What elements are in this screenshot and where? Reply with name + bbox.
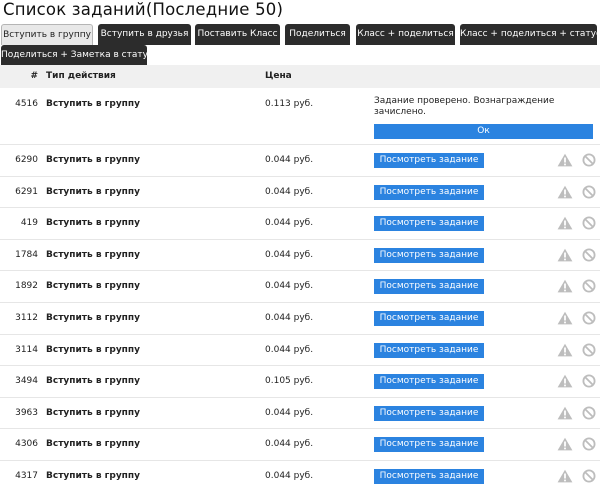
task-type: Вступить в группу — [46, 313, 140, 323]
task-type: Вступить в группу — [46, 344, 140, 355]
task-type: Вступить в группу — [46, 281, 140, 292]
task-id: 4306 — [15, 439, 38, 450]
block-icon[interactable] — [582, 153, 596, 167]
table-row: 419 Вступить в группу 0.044 руб. Посмотреть… — [0, 207, 600, 239]
view-task-button[interactable]: Посмотреть задание — [374, 153, 484, 168]
task-id: 1784 — [15, 249, 38, 260]
task-type: Вступить в группу — [46, 439, 140, 450]
block-icon[interactable] — [582, 343, 596, 357]
view-task-button[interactable]: Посмотреть задание — [374, 342, 484, 358]
task-id: 3114 — [15, 344, 38, 355]
tab-add-friends[interactable]: Вступить в друзья — [98, 24, 191, 45]
task-id: 4317 — [15, 471, 38, 481]
table-row: 3494 Вступить в группу 0.105 руб. Посмотрет… — [0, 365, 600, 397]
table-row: 1784 Вступить в группу 0.044 руб. Посмотрет… — [0, 238, 600, 271]
view-task-button[interactable]: Посмотреть задание — [374, 437, 484, 453]
block-icon[interactable] — [582, 185, 596, 199]
task-type: Вступить в группу — [46, 218, 140, 229]
block-icon[interactable] — [582, 469, 596, 483]
task-price: 0.044 руб. — [265, 281, 314, 292]
table-row: 6290 Вступить в группу 0.044 руб. Посмотрет… — [0, 144, 600, 176]
warning-icon[interactable] — [557, 153, 573, 167]
warning-icon[interactable] — [557, 437, 573, 451]
warning-icon[interactable] — [557, 279, 573, 293]
view-task-button[interactable]: Посмотреть задание — [374, 279, 484, 295]
view-task-button[interactable]: Посмотреть задание — [374, 247, 484, 263]
task-id: 1892 — [15, 281, 38, 292]
column-header-price: Цена — [265, 71, 292, 81]
task-type: Вступить в группу — [46, 471, 140, 481]
task-price: 0.044 руб. — [265, 407, 314, 418]
task-price: 0.044 руб. — [265, 218, 314, 229]
task-id: 419 — [20, 218, 38, 229]
tab-share[interactable]: Поделиться — [285, 24, 350, 45]
task-type: Вступить в группу — [46, 99, 140, 109]
task-price: 0.044 руб. — [265, 313, 314, 323]
task-id: 6291 — [15, 186, 38, 197]
column-header-type: Тип действия — [46, 71, 116, 81]
task-price: 0.044 руб. — [265, 471, 314, 481]
warning-icon[interactable] — [557, 406, 573, 420]
warning-icon[interactable] — [557, 374, 573, 388]
task-price: 0.044 руб. — [265, 439, 314, 450]
task-price: 0.105 руб. — [265, 376, 314, 387]
warning-icon[interactable] — [557, 311, 573, 325]
task-type: Вступить в группу — [46, 249, 140, 260]
ok-button[interactable]: Ок — [374, 124, 593, 139]
view-task-button[interactable]: Посмотреть задание — [374, 469, 484, 484]
block-icon[interactable] — [582, 311, 596, 325]
task-price: 0.044 руб. — [265, 186, 314, 197]
task-id: 3963 — [15, 407, 38, 418]
table-row: 4306 Вступить в группу 0.044 руб. Посмотрет… — [0, 428, 600, 460]
warning-icon[interactable] — [557, 469, 573, 483]
task-id: 3112 — [15, 313, 38, 323]
page-title: Список заданий(Последние 50) — [3, 0, 284, 19]
view-task-button[interactable]: Посмотреть задание — [374, 216, 484, 232]
task-price: 0.113 руб. — [265, 99, 314, 109]
view-task-button[interactable]: Посмотреть задание — [374, 374, 484, 390]
task-type: Вступить в группу — [46, 155, 140, 165]
tasks-table: # Тип действия Цена 4516 Вступить в груп… — [0, 65, 600, 485]
table-row-completed: 4516 Вступить в группу 0.113 руб. Задани… — [0, 89, 600, 143]
table-header: # Тип действия Цена — [0, 65, 600, 88]
task-status-message: Задание проверено. Вознаграждение зачисл… — [374, 96, 555, 117]
task-type: Вступить в группу — [46, 186, 140, 197]
tab-like-share[interactable]: Класс + поделиться — [356, 24, 455, 45]
block-icon[interactable] — [582, 279, 596, 293]
block-icon[interactable] — [582, 216, 596, 230]
warning-icon[interactable] — [557, 216, 573, 230]
task-price: 0.044 руб. — [265, 344, 314, 355]
task-id: 3494 — [15, 376, 38, 387]
task-price: 0.044 руб. — [265, 155, 314, 165]
warning-icon[interactable] — [557, 248, 573, 262]
warning-icon[interactable] — [557, 185, 573, 199]
tab-share-note-status[interactable]: Поделиться + Заметка в статус — [1, 45, 153, 66]
table-row: 4317 Вступить в группу 0.044 руб. Посмотрет… — [0, 460, 600, 492]
block-icon[interactable] — [582, 374, 596, 388]
table-row: 3112 Вступить в группу 0.044 руб. Посмотрет… — [0, 302, 600, 334]
view-task-button[interactable]: Посмотреть задание — [374, 184, 484, 200]
table-row: 6291 Вступить в группу 0.044 руб. Посмотрет… — [0, 175, 600, 208]
view-task-button[interactable]: Посмотреть задание — [374, 405, 484, 421]
task-type: Вступить в группу — [46, 376, 140, 387]
block-icon[interactable] — [582, 406, 596, 420]
tab-like-share-status[interactable]: Класс + поделиться + статус — [460, 24, 600, 45]
tab-join-group[interactable]: Вступить в группу — [1, 24, 93, 45]
tab-give-like[interactable]: Поставить Класс — [195, 24, 280, 45]
view-task-button[interactable]: Посмотреть задание — [374, 311, 484, 326]
task-type: Вступить в группу — [46, 407, 140, 418]
task-id: 6290 — [15, 155, 38, 165]
task-price: 0.044 руб. — [265, 249, 314, 260]
table-row: 3963 Вступить в группу 0.044 руб. Посмотрет… — [0, 396, 600, 429]
table-row: 3114 Вступить в группу 0.044 руб. Посмотрет… — [0, 333, 600, 366]
block-icon[interactable] — [582, 248, 596, 262]
task-id: 4516 — [15, 99, 38, 109]
block-icon[interactable] — [582, 437, 596, 451]
table-row: 1892 Вступить в группу 0.044 руб. Посмотрет… — [0, 270, 600, 302]
column-header-id: # — [30, 71, 38, 81]
warning-icon[interactable] — [557, 343, 573, 357]
